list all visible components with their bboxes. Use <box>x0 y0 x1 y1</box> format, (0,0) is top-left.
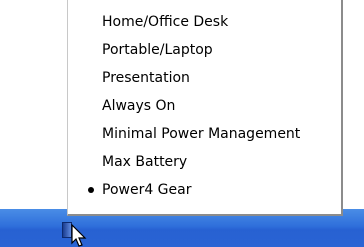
menu-item-label: Max Battery <box>102 154 188 170</box>
menu-item-label: Home/Office Desk <box>102 14 229 30</box>
menu-item-label: Presentation <box>102 70 190 86</box>
power-scheme-menu: Home/Office Desk Portable/Laptop Present… <box>67 0 343 216</box>
menu-item-label: Minimal Power Management <box>102 126 301 142</box>
menu-item-label: Portable/Laptop <box>102 42 213 58</box>
menu-item-portable-laptop[interactable]: Portable/Laptop <box>68 36 341 64</box>
menu-item-max-battery[interactable]: Max Battery <box>68 148 341 176</box>
mouse-pointer-icon <box>71 224 87 247</box>
menu-item-presentation[interactable]: Presentation <box>68 64 341 92</box>
bullet-icon <box>88 187 94 193</box>
menu-item-power4-gear[interactable]: Power4 Gear <box>68 176 341 204</box>
menu-item-always-on[interactable]: Always On <box>68 92 341 120</box>
menu-item-label: Always On <box>102 98 176 114</box>
menu-item-minimal-power-management[interactable]: Minimal Power Management <box>68 120 341 148</box>
menu-item-label: Power4 Gear <box>102 182 192 198</box>
menu-item-home-office-desk[interactable]: Home/Office Desk <box>68 8 341 36</box>
